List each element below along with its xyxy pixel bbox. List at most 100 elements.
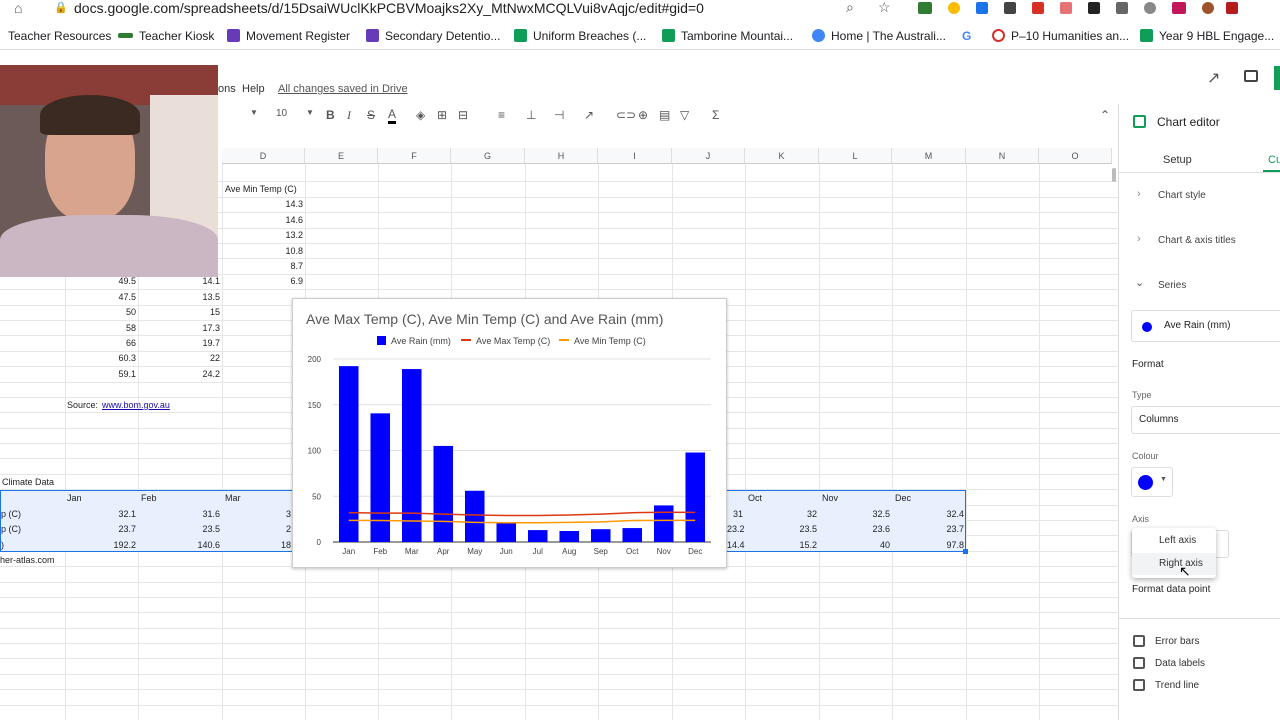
cell-mar[interactable]: 18 bbox=[222, 540, 291, 550]
save-status[interactable]: All changes saved in Drive bbox=[278, 83, 418, 95]
bookmark-item[interactable]: G bbox=[962, 29, 971, 43]
source-link[interactable]: www.bom.gov.au bbox=[102, 400, 170, 410]
cell-d[interactable]: 14.6 bbox=[222, 215, 303, 225]
star-icon[interactable]: ☆ bbox=[878, 0, 891, 16]
font-size-select[interactable]: 10 bbox=[276, 108, 287, 119]
cell-max[interactable]: 24.2 bbox=[138, 369, 220, 379]
font-dropdown-arrow[interactable]: ▼ bbox=[250, 108, 258, 117]
menu-help[interactable]: Help bbox=[242, 83, 265, 95]
colour-picker[interactable]: ▼ bbox=[1131, 467, 1173, 497]
cell-oct[interactable]: 23.5 bbox=[745, 524, 817, 534]
section-chart-style[interactable]: Chart style bbox=[1158, 190, 1206, 201]
cell-feb[interactable]: 31.6 bbox=[138, 509, 220, 519]
row-label[interactable]: ) bbox=[1, 540, 4, 550]
extension-icons[interactable] bbox=[918, 2, 1273, 14]
cell-rain[interactable]: 49.5 bbox=[65, 276, 136, 286]
cell-jan[interactable]: 192.2 bbox=[65, 540, 136, 550]
cell-max[interactable]: 22 bbox=[138, 353, 220, 363]
cell-d[interactable]: 13.2 bbox=[222, 230, 303, 240]
series-select[interactable]: Ave Rain (mm) bbox=[1131, 310, 1280, 342]
tab-customise[interactable]: Cu bbox=[1268, 154, 1280, 166]
error-bars-checkbox[interactable] bbox=[1133, 635, 1145, 647]
cell-mar[interactable]: 3 bbox=[222, 509, 291, 519]
month-header[interactable]: Dec bbox=[895, 493, 911, 503]
comment-icon[interactable] bbox=[1244, 70, 1258, 82]
cell-jan[interactable]: 32.1 bbox=[65, 509, 136, 519]
month-header[interactable]: Oct bbox=[748, 493, 762, 503]
cell-max[interactable]: 17.3 bbox=[138, 323, 220, 333]
row-label[interactable]: p (C) bbox=[1, 524, 21, 534]
source-label[interactable]: Source: bbox=[67, 400, 98, 410]
text-color-button[interactable]: A bbox=[388, 108, 397, 124]
cell-sep[interactable]: 14.4 bbox=[727, 540, 745, 550]
cell-oct[interactable]: 32 bbox=[745, 509, 817, 519]
align-icon[interactable]: ≡ bbox=[498, 108, 505, 122]
cell-rain[interactable]: 47.5 bbox=[65, 292, 136, 302]
cell-nov[interactable]: 32.5 bbox=[819, 509, 890, 519]
trend-line-label[interactable]: Trend line bbox=[1155, 680, 1199, 691]
section-series[interactable]: Series bbox=[1158, 280, 1186, 291]
chevron-right-icon[interactable]: › bbox=[1137, 233, 1141, 245]
column-header-n[interactable]: N bbox=[966, 148, 1039, 164]
address-bar[interactable]: ⌂ 🔒 docs.google.com/spreadsheets/d/15Dsa… bbox=[0, 0, 1280, 22]
cell-rain[interactable]: 58 bbox=[65, 323, 136, 333]
cell-d[interactable]: 6.9 bbox=[222, 276, 303, 286]
data-labels-label[interactable]: Data labels bbox=[1155, 658, 1205, 669]
menu-addons[interactable]: ons bbox=[218, 83, 236, 95]
chevron-right-icon[interactable]: › bbox=[1137, 188, 1141, 200]
cell-d[interactable]: 14.3 bbox=[222, 199, 303, 209]
font-size-arrow[interactable]: ▼ bbox=[306, 108, 314, 117]
footer-link[interactable]: her-atlas.com bbox=[0, 555, 55, 565]
section-chart-axis-titles[interactable]: Chart & axis titles bbox=[1158, 235, 1236, 246]
selection-handle[interactable] bbox=[963, 549, 968, 554]
bookmark-item[interactable]: P–10 Humanities an... bbox=[992, 29, 1129, 43]
cell-max[interactable]: 19.7 bbox=[138, 338, 220, 348]
month-header[interactable]: Feb bbox=[141, 493, 157, 503]
home-icon[interactable]: ⌂ bbox=[14, 0, 22, 16]
cell-max[interactable]: 15 bbox=[138, 307, 220, 317]
column-header-e[interactable]: E bbox=[305, 148, 378, 164]
cell-oct[interactable]: 15.2 bbox=[745, 540, 817, 550]
data-labels-checkbox[interactable] bbox=[1133, 657, 1145, 669]
cell-feb[interactable]: 140.6 bbox=[138, 540, 220, 550]
chevron-down-icon[interactable]: ⌄ bbox=[1135, 276, 1144, 289]
comment-add-icon[interactable]: ⊕ bbox=[638, 108, 648, 122]
scrollbar[interactable] bbox=[1112, 168, 1116, 182]
cell-rain[interactable]: 60.3 bbox=[65, 353, 136, 363]
strikethrough-button[interactable]: S bbox=[367, 108, 375, 122]
cell-dec[interactable]: 97.8 bbox=[892, 540, 964, 550]
cell-rain[interactable]: 66 bbox=[65, 338, 136, 348]
cell-max[interactable]: 14.1 bbox=[138, 276, 220, 286]
type-select[interactable]: Columns bbox=[1131, 406, 1280, 434]
functions-button[interactable]: Σ bbox=[712, 108, 719, 122]
column-header-m[interactable]: M bbox=[892, 148, 966, 164]
column-header-i[interactable]: I bbox=[598, 148, 672, 164]
link-icon[interactable]: ⊂⊃ bbox=[616, 108, 636, 122]
bookmark-item[interactable]: Uniform Breaches (... bbox=[514, 29, 646, 43]
cell-sep[interactable]: 31 bbox=[727, 509, 743, 519]
cell-d[interactable]: 10.8 bbox=[222, 246, 303, 256]
tab-setup[interactable]: Setup bbox=[1163, 154, 1192, 166]
filter-icon[interactable]: ▽ bbox=[680, 108, 689, 122]
cell-feb[interactable]: 23.5 bbox=[138, 524, 220, 534]
climate-data-label[interactable]: Climate Data bbox=[2, 477, 54, 487]
format-data-point[interactable]: Format data point bbox=[1132, 584, 1210, 595]
month-header[interactable]: Nov bbox=[822, 493, 838, 503]
cell-sep[interactable]: 23.2 bbox=[727, 524, 745, 534]
explore-trend-icon[interactable]: ↗ bbox=[1207, 68, 1220, 88]
cell-dec[interactable]: 23.7 bbox=[892, 524, 964, 534]
chart-plot[interactable]: 0 50 100 150 200 Jan Feb Mar Apr May Jun Jul Aug Sep O… bbox=[293, 299, 728, 569]
cell-rain[interactable]: 59.1 bbox=[65, 369, 136, 379]
column-header-h[interactable]: H bbox=[525, 148, 598, 164]
cell-mar[interactable]: 2 bbox=[222, 524, 291, 534]
cell-jan[interactable]: 23.7 bbox=[65, 524, 136, 534]
month-header[interactable]: Jan bbox=[67, 493, 82, 503]
bookmark-item[interactable]: Teacher Kiosk bbox=[118, 29, 214, 43]
rotate-icon[interactable]: ↗ bbox=[584, 108, 594, 122]
column-header-l[interactable]: L bbox=[819, 148, 892, 164]
bookmark-item[interactable]: Home | The Australi... bbox=[812, 29, 946, 43]
italic-button[interactable]: I bbox=[347, 108, 351, 123]
bold-button[interactable]: B bbox=[326, 108, 335, 122]
menu-item-left-axis[interactable]: Left axis bbox=[1159, 535, 1196, 546]
wrap-icon[interactable]: ⊣ bbox=[554, 108, 564, 122]
